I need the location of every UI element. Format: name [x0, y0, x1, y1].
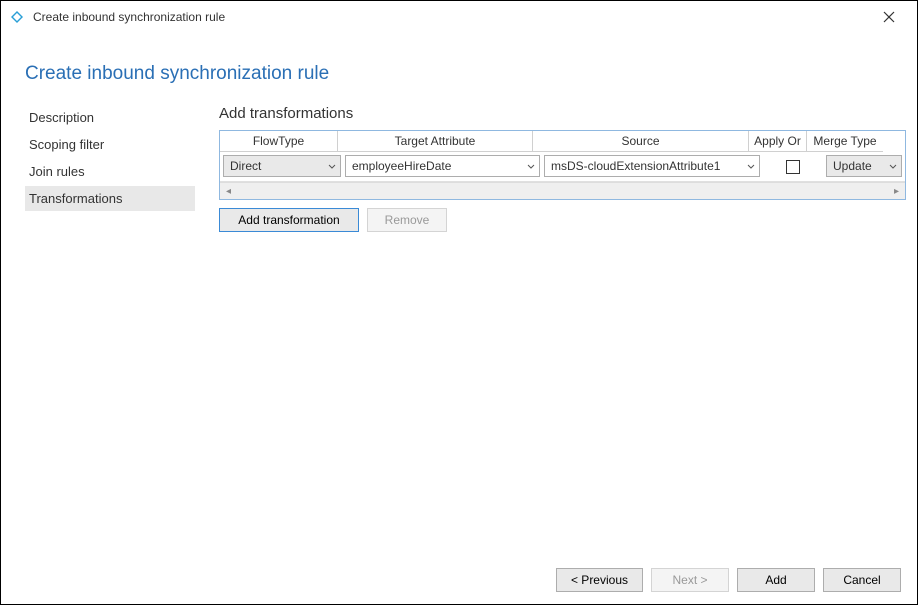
close-icon [883, 11, 895, 23]
cancel-button[interactable]: Cancel [823, 568, 901, 592]
sidebar-item-label: Description [29, 110, 94, 125]
close-button[interactable] [869, 3, 909, 31]
grid-action-buttons: Add transformation Remove [219, 208, 906, 232]
section-heading: Add transformations [219, 105, 906, 122]
column-header-apply: Apply Or [749, 131, 807, 152]
scroll-left-icon[interactable]: ◂ [220, 183, 237, 200]
column-header-source: Source [533, 131, 749, 152]
remove-button[interactable]: Remove [367, 208, 447, 232]
source-select[interactable]: msDS-cloudExtensionAttribute1 [544, 155, 760, 177]
chevron-down-icon [889, 159, 897, 173]
merge-type-value: Update [833, 159, 872, 173]
titlebar: Create inbound synchronization rule [1, 1, 917, 33]
next-button[interactable]: Next > [651, 568, 729, 592]
scroll-right-icon[interactable]: ▸ [888, 183, 905, 200]
sidebar-item-join-rules[interactable]: Join rules [25, 159, 195, 184]
flowtype-select[interactable]: Direct [223, 155, 341, 177]
horizontal-scrollbar[interactable]: ◂ ▸ [220, 182, 905, 199]
column-header-flowtype: FlowType [220, 131, 338, 152]
add-button[interactable]: Add [737, 568, 815, 592]
sidebar-item-label: Scoping filter [29, 137, 104, 152]
grid-header: FlowType Target Attribute Source Apply O… [220, 131, 905, 152]
wizard-footer: < Previous Next > Add Cancel [556, 568, 901, 592]
window-title: Create inbound synchronization rule [33, 10, 869, 24]
sidebar-item-transformations[interactable]: Transformations [25, 186, 195, 211]
sidebar-item-label: Join rules [29, 164, 85, 179]
transformations-grid: FlowType Target Attribute Source Apply O… [219, 130, 906, 200]
page-title: Create inbound synchronization rule [25, 63, 917, 85]
wizard-sidebar: Description Scoping filter Join rules Tr… [25, 105, 195, 232]
apply-once-checkbox[interactable] [786, 160, 800, 174]
flowtype-value: Direct [230, 159, 261, 173]
target-attribute-value: employeeHireDate [352, 159, 451, 173]
app-icon [9, 9, 25, 25]
column-header-merge: Merge Type [807, 131, 883, 152]
sidebar-item-description[interactable]: Description [25, 105, 195, 130]
chevron-down-icon [328, 159, 336, 173]
add-transformation-button[interactable]: Add transformation [219, 208, 359, 232]
merge-type-select[interactable]: Update [826, 155, 902, 177]
target-attribute-select[interactable]: employeeHireDate [345, 155, 540, 177]
main-panel: Add transformations FlowType Target Attr… [195, 105, 906, 232]
grid-row: Direct employeeHireDate msDS-cloudExtens… [220, 152, 905, 182]
chevron-down-icon [527, 159, 535, 173]
column-header-target: Target Attribute [338, 131, 533, 152]
sidebar-item-label: Transformations [29, 191, 122, 206]
source-value: msDS-cloudExtensionAttribute1 [551, 159, 720, 173]
sidebar-item-scoping-filter[interactable]: Scoping filter [25, 132, 195, 157]
previous-button[interactable]: < Previous [556, 568, 643, 592]
chevron-down-icon [747, 159, 755, 173]
